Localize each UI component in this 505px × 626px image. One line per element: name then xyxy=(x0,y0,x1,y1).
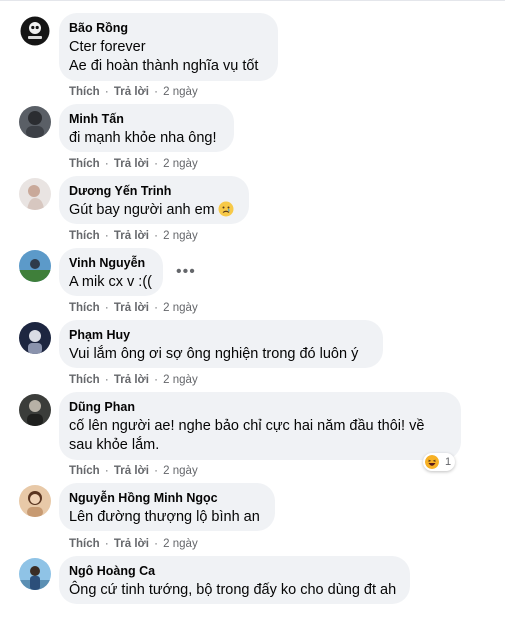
comment-text: đi mạnh khỏe nha ông! xyxy=(69,130,217,146)
comment-author[interactable]: Bão Rồng xyxy=(69,20,266,36)
comment-actions: Thích · Trả lời · 2 ngày xyxy=(69,230,198,242)
more-options-icon[interactable]: ••• xyxy=(176,264,195,283)
comment-actions: Thích · Trả lời · 2 ngày xyxy=(69,465,198,477)
reaction-badge[interactable]: 1 xyxy=(423,453,456,471)
comment-actions: Thích · Trả lời · 2 ngày xyxy=(69,158,198,170)
like-button[interactable]: Thích xyxy=(69,230,100,242)
comment-text: A mik cx v :(( xyxy=(69,274,152,290)
comment-text: Ông cứ tinh tướng, bộ trong đấy ko cho d… xyxy=(69,582,397,598)
like-button[interactable]: Thích xyxy=(69,158,100,170)
avatar[interactable] xyxy=(19,322,51,354)
avatar[interactable] xyxy=(19,485,51,517)
like-button[interactable]: Thích xyxy=(69,374,100,386)
comment-timestamp[interactable]: 2 ngày xyxy=(163,465,198,477)
reply-button[interactable]: Trả lời xyxy=(114,86,149,98)
comment-text: Lên đường thượng lộ bình an xyxy=(69,509,260,525)
like-button[interactable]: Thích xyxy=(69,86,100,98)
comment-bubble: Vinh Nguyễn A mik cx v :(( xyxy=(59,248,163,296)
reply-button[interactable]: Trả lời xyxy=(114,465,149,477)
comment-author[interactable]: Phạm Huy xyxy=(69,327,371,343)
comment-text: Vui lắm ông ơi sợ ông nghiện trong đó lu… xyxy=(69,346,359,362)
avatar[interactable] xyxy=(19,250,51,282)
comment-timestamp[interactable]: 2 ngày xyxy=(163,86,198,98)
comment-bubble: Bão Rồng Cter forever Ae đi hoàn thành n… xyxy=(59,13,278,81)
comment-text-row: Gút bay người anh em xyxy=(69,201,237,220)
haha-icon xyxy=(425,455,439,469)
comment-bubble: Phạm Huy Vui lắm ông ơi sợ ông nghiện tr… xyxy=(59,320,383,368)
avatar[interactable] xyxy=(19,106,51,138)
avatar[interactable] xyxy=(19,178,51,210)
comment-timestamp[interactable]: 2 ngày xyxy=(163,302,198,314)
comment-text: Gút bay người anh em xyxy=(69,202,215,218)
reply-button[interactable]: Trả lời xyxy=(114,538,149,550)
reply-button[interactable]: Trả lời xyxy=(114,302,149,314)
comment-actions: Thích · Trả lời · 2 ngày xyxy=(69,86,198,98)
reply-button[interactable]: Trả lời xyxy=(114,158,149,170)
comment-timestamp[interactable]: 2 ngày xyxy=(163,230,198,242)
reaction-count: 1 xyxy=(445,456,452,468)
comment-author[interactable]: Minh Tấn xyxy=(69,111,222,127)
comment-author[interactable]: Vinh Nguyễn xyxy=(69,255,151,271)
comment-bubble: Minh Tấn đi mạnh khỏe nha ông! xyxy=(59,104,234,152)
comment-timestamp[interactable]: 2 ngày xyxy=(163,538,198,550)
comment-author[interactable]: Ngô Hoàng Ca xyxy=(69,563,398,579)
reply-button[interactable]: Trả lời xyxy=(114,230,149,242)
comment-bubble: Dương Yến Trinh Gút bay người anh em xyxy=(59,176,249,224)
top-divider xyxy=(0,0,505,1)
comment-text: cố lên người ae! nghe bảo chỉ cực hai nă… xyxy=(69,418,425,453)
comment-bubble: Nguyễn Hồng Minh Ngọc Lên đường thượng l… xyxy=(59,483,275,531)
comment-author[interactable]: Dương Yến Trinh xyxy=(69,183,237,199)
avatar[interactable] xyxy=(19,558,51,590)
reply-button[interactable]: Trả lời xyxy=(114,374,149,386)
avatar[interactable] xyxy=(19,15,51,47)
comment-bubble: Ngô Hoàng Ca Ông cứ tinh tướng, bộ trong… xyxy=(59,556,410,604)
comment-timestamp[interactable]: 2 ngày xyxy=(163,374,198,386)
sad-face-icon xyxy=(218,201,234,217)
like-button[interactable]: Thích xyxy=(69,538,100,550)
comment-bubble: Dũng Phan cố lên người ae! nghe bảo chỉ … xyxy=(59,392,461,460)
comment-actions: Thích · Trả lời · 2 ngày xyxy=(69,302,198,314)
like-button[interactable]: Thích xyxy=(69,302,100,314)
comment-timestamp[interactable]: 2 ngày xyxy=(163,158,198,170)
comment-actions: Thích · Trả lời · 2 ngày xyxy=(69,538,198,550)
comment-text: Cter forever xyxy=(69,39,146,55)
comment-text: Ae đi hoàn thành nghĩa vụ tốt xyxy=(69,58,259,74)
avatar[interactable] xyxy=(19,394,51,426)
comment-author[interactable]: Dũng Phan xyxy=(69,399,449,415)
comment-author[interactable]: Nguyễn Hồng Minh Ngọc xyxy=(69,490,263,506)
comment-actions: Thích · Trả lời · 2 ngày xyxy=(69,374,198,386)
like-button[interactable]: Thích xyxy=(69,465,100,477)
